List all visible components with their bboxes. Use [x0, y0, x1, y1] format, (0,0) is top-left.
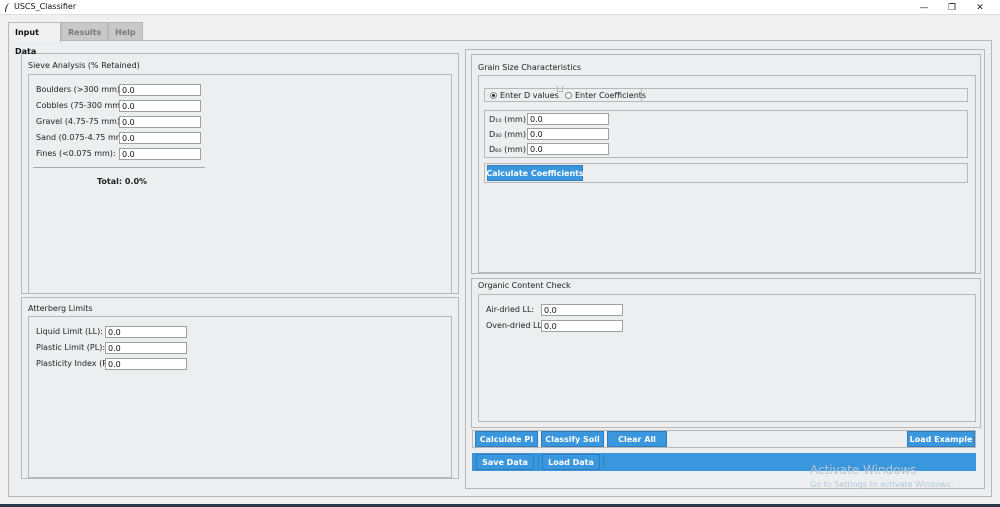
d10-label: D₁₀ (mm):	[489, 115, 529, 124]
organic-content-title: Organic Content Check	[478, 281, 571, 290]
calculate-coefficients-button[interactable]: Calculate Coefficients	[486, 165, 584, 181]
liquid-limit-input[interactable]	[105, 326, 187, 338]
d60-label: D₆₀ (mm):	[489, 145, 529, 154]
d-values-frame: D₁₀ (mm): D₃₀ (mm): D₆₀ (mm):	[484, 110, 968, 158]
sand-input[interactable]	[119, 132, 201, 144]
oven-dried-label: Oven-dried LL:	[486, 321, 545, 330]
cobbles-input[interactable]	[119, 100, 201, 112]
liquid-limit-label: Liquid Limit (LL):	[36, 327, 103, 336]
save-data-button[interactable]: Save Data	[476, 454, 534, 470]
atterberg-limits-panel: Atterberg Limits Liquid Limit (LL): Plas…	[21, 297, 459, 479]
divider	[538, 455, 539, 469]
grain-size-frame: Enter D values Enter Coefficients D₁₀ (m…	[478, 75, 976, 273]
tab-input-data[interactable]: Input Data	[8, 22, 61, 56]
sand-label: Sand (0.075-4.75 mm):	[36, 133, 130, 142]
load-data-button[interactable]: Load Data	[542, 454, 600, 470]
app-window: USCS_Classifier — ❐ ✕ Sieve Analysis (% …	[0, 0, 1000, 504]
radio-d-values-label[interactable]: Enter D values	[500, 91, 559, 100]
atterberg-limits-title: Atterberg Limits	[28, 304, 93, 313]
notebook: Sieve Analysis (% Retained) Boulders (>3…	[8, 40, 992, 497]
plasticity-index-input[interactable]	[105, 358, 187, 370]
minimize-icon: —	[919, 2, 929, 13]
fines-input[interactable]	[119, 148, 201, 160]
clear-all-button[interactable]: Clear All	[607, 431, 667, 447]
close-icon: ✕	[976, 2, 984, 13]
title-bar[interactable]: USCS_Classifier — ❐ ✕	[0, 0, 1000, 15]
activation-watermark-subtitle: Go to Settings to activate Windows.	[810, 480, 954, 489]
cobbles-label: Cobbles (75-300 mm):	[36, 101, 126, 110]
gravel-input[interactable]	[119, 116, 201, 128]
organic-content-frame: Air-dried LL: Oven-dried LL:	[478, 294, 976, 422]
gravel-label: Gravel (4.75-75 mm):	[36, 117, 123, 126]
total-label: Total: 0.0%	[97, 177, 148, 186]
fines-label: Fines (<0.075 mm):	[36, 149, 116, 158]
grain-size-title: Grain Size Characteristics	[478, 63, 582, 72]
tab-results[interactable]: Results	[61, 22, 108, 41]
sieve-analysis-title: Sieve Analysis (% Retained)	[28, 61, 140, 70]
air-dried-input[interactable]	[541, 304, 623, 316]
d30-label: D₃₀ (mm):	[489, 130, 529, 139]
oven-dried-input[interactable]	[541, 320, 623, 332]
divider	[557, 86, 563, 92]
maximize-button[interactable]: ❐	[938, 0, 966, 15]
calculate-pi-button[interactable]: Calculate PI	[475, 431, 538, 447]
tab-help[interactable]: Help	[108, 22, 143, 41]
d10-input[interactable]	[527, 113, 609, 125]
classify-soil-button[interactable]: Classify Soil	[541, 431, 604, 447]
load-example-button[interactable]: Load Example	[907, 431, 975, 447]
feather-icon	[5, 3, 9, 12]
boulders-input[interactable]	[119, 84, 201, 96]
calc-coefficients-frame: Calculate Coefficients	[484, 163, 968, 183]
radio-coefficients[interactable]	[565, 92, 572, 99]
window-title: USCS_Classifier	[14, 2, 77, 11]
atterberg-limits-frame: Liquid Limit (LL): Plastic Limit (PL): P…	[28, 316, 452, 478]
sieve-analysis-panel: Sieve Analysis (% Retained) Boulders (>3…	[21, 53, 459, 294]
right-panel-frame: Grain Size Characteristics Enter D value…	[465, 49, 985, 489]
action-row: Calculate PI Classify Soil Clear All Loa…	[472, 430, 976, 448]
maximize-icon: ❐	[947, 2, 957, 13]
minimize-button[interactable]: —	[910, 0, 938, 15]
organic-content-panel: Organic Content Check Air-dried LL: Oven…	[471, 278, 981, 428]
radio-d-values[interactable]	[490, 92, 497, 99]
input-mode-frame: Enter D values Enter Coefficients	[484, 86, 968, 102]
d30-input[interactable]	[527, 128, 609, 140]
plastic-limit-input[interactable]	[105, 342, 187, 354]
grain-size-panel: Grain Size Characteristics Enter D value…	[471, 54, 981, 274]
plasticity-index-label: Plasticity Index (PI):	[36, 359, 116, 368]
sieve-analysis-frame: Boulders (>300 mm): Cobbles (75-300 mm):…	[28, 74, 452, 294]
air-dried-label: Air-dried LL:	[486, 305, 535, 314]
activation-watermark-title: Activate Windows	[810, 463, 917, 477]
boulders-label: Boulders (>300 mm):	[36, 85, 123, 94]
divider	[33, 167, 205, 168]
d60-input[interactable]	[527, 143, 609, 155]
divider	[641, 89, 642, 101]
radio-coefficients-label[interactable]: Enter Coefficients	[575, 91, 646, 100]
close-button[interactable]: ✕	[966, 0, 994, 15]
plastic-limit-label: Plastic Limit (PL):	[36, 343, 106, 352]
divider	[603, 455, 604, 469]
